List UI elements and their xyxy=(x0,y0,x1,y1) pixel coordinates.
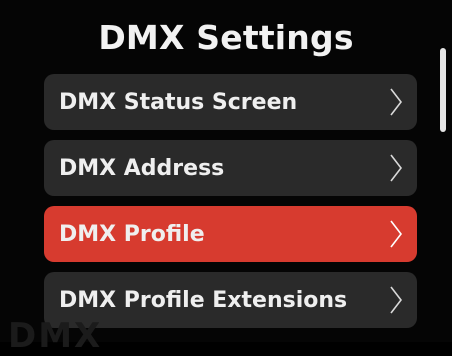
menu-item-label: DMX Profile xyxy=(59,221,205,247)
page-title: DMX Settings xyxy=(98,18,354,57)
chevron-right-icon xyxy=(390,220,403,248)
background-watermark-text: DMX xyxy=(8,316,103,356)
menu-item-label: DMX Status Screen xyxy=(59,89,298,115)
screen: DMX Settings DMX Status Screen DMX Addre… xyxy=(0,0,452,356)
chevron-right-icon xyxy=(390,154,403,182)
menu-item-dmx-profile[interactable]: DMX Profile xyxy=(44,206,417,262)
scrollbar[interactable] xyxy=(440,48,446,132)
menu-item-label: DMX Profile Extensions xyxy=(59,287,348,313)
menu-item-dmx-status-screen[interactable]: DMX Status Screen xyxy=(44,74,417,130)
chevron-right-icon xyxy=(390,88,403,116)
chevron-right-icon xyxy=(390,286,403,314)
menu-item-dmx-address[interactable]: DMX Address xyxy=(44,140,417,196)
settings-menu: DMX Status Screen DMX Address DMX Profil… xyxy=(44,74,417,338)
menu-item-label: DMX Address xyxy=(59,155,225,181)
